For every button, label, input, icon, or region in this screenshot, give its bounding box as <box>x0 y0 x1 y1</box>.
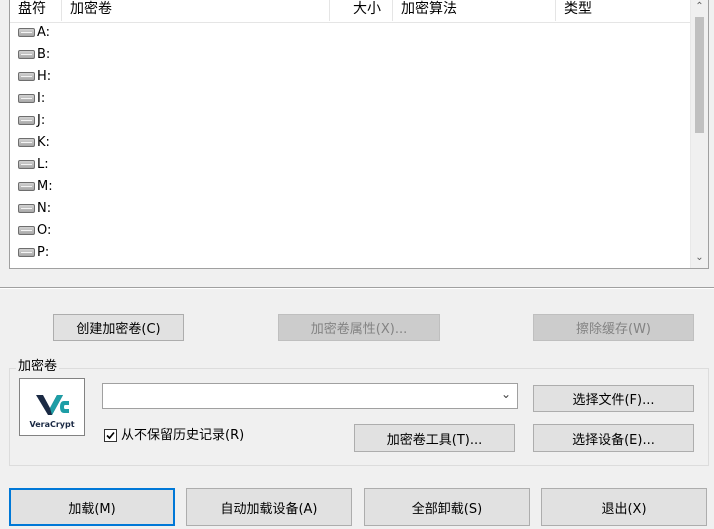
checkmark-icon <box>106 431 115 440</box>
select-file-button[interactable]: 选择文件(F)... <box>533 385 694 412</box>
drive-rows: A: B: H: I: J: K: L: M: N: O: P: <box>10 22 690 264</box>
column-type[interactable]: 类型 <box>556 0 692 21</box>
drive-row[interactable]: I: <box>10 88 690 110</box>
drive-icon <box>18 72 35 81</box>
chevron-down-icon[interactable]: ⌄ <box>691 249 708 266</box>
dismount-all-button[interactable]: 全部卸载(S) <box>364 488 530 526</box>
drive-row[interactable]: L: <box>10 154 690 176</box>
drive-letter: N: <box>37 201 52 216</box>
drive-letter: M: <box>37 179 53 194</box>
volume-path-combobox[interactable]: ⌄ <box>102 383 518 409</box>
drive-letter: A: <box>37 25 51 40</box>
drive-icon <box>18 28 35 37</box>
exit-button[interactable]: 退出(X) <box>541 488 707 526</box>
drive-letter: K: <box>37 135 50 150</box>
never-save-history-checkbox[interactable] <box>104 429 117 442</box>
drive-icon <box>18 160 35 169</box>
drive-icon <box>18 182 35 191</box>
drive-row[interactable]: P: <box>10 242 690 264</box>
volume-properties-button[interactable]: 加密卷属性(X)... <box>278 314 440 341</box>
create-volume-button[interactable]: 创建加密卷(C) <box>53 314 184 341</box>
mount-button[interactable]: 加载(M) <box>9 488 175 526</box>
drive-icon <box>18 138 35 147</box>
logo-text: VeraCrypt <box>29 420 75 429</box>
column-drive[interactable]: 盘符 <box>10 0 62 21</box>
veracrypt-logo: VeraCrypt <box>19 378 85 436</box>
drive-row[interactable]: H: <box>10 66 690 88</box>
column-algorithm[interactable]: 加密算法 <box>393 0 556 21</box>
veracrypt-logo-icon <box>36 395 69 415</box>
drive-row[interactable]: K: <box>10 132 690 154</box>
drive-letter: I: <box>37 91 46 106</box>
drive-row[interactable]: M: <box>10 176 690 198</box>
drive-letter: P: <box>37 245 50 260</box>
volume-tools-button[interactable]: 加密卷工具(T)... <box>354 424 515 452</box>
drive-row[interactable]: O: <box>10 220 690 242</box>
drive-list-scrollbar[interactable]: ⌃ ⌄ <box>690 0 708 268</box>
column-size[interactable]: 大小 <box>330 0 393 21</box>
drive-icon <box>18 248 35 257</box>
drive-icon <box>18 204 35 213</box>
drive-icon <box>18 94 35 103</box>
drive-letter: J: <box>37 113 46 128</box>
drive-list-header: 盘符 加密卷 大小 加密算法 类型 <box>10 0 690 23</box>
drive-icon <box>18 50 35 59</box>
drive-row[interactable]: A: <box>10 22 690 44</box>
column-volume[interactable]: 加密卷 <box>62 0 330 21</box>
drive-icon <box>18 116 35 125</box>
drive-icon <box>18 226 35 235</box>
drive-row[interactable]: N: <box>10 198 690 220</box>
drive-list[interactable]: 盘符 加密卷 大小 加密算法 类型 A: B: H: I: J: K: L: M… <box>9 0 709 269</box>
scroll-thumb[interactable] <box>695 17 704 133</box>
chevron-down-icon[interactable]: ⌄ <box>501 387 511 401</box>
chevron-up-icon[interactable]: ⌃ <box>691 0 708 15</box>
separator-highlight <box>0 288 714 289</box>
wipe-cache-button[interactable]: 擦除缓存(W) <box>533 314 694 341</box>
drive-letter: H: <box>37 69 52 84</box>
drive-row[interactable]: J: <box>10 110 690 132</box>
drive-row[interactable]: B: <box>10 44 690 66</box>
drive-letter: L: <box>37 157 49 172</box>
drive-letter: O: <box>37 223 52 238</box>
auto-mount-devices-button[interactable]: 自动加载设备(A) <box>186 488 352 526</box>
select-device-button[interactable]: 选择设备(E)... <box>533 424 694 452</box>
drive-letter: B: <box>37 47 51 62</box>
never-save-history-label[interactable]: 从不保留历史记录(R) <box>121 427 244 445</box>
volume-group-title: 加密卷 <box>16 355 60 374</box>
